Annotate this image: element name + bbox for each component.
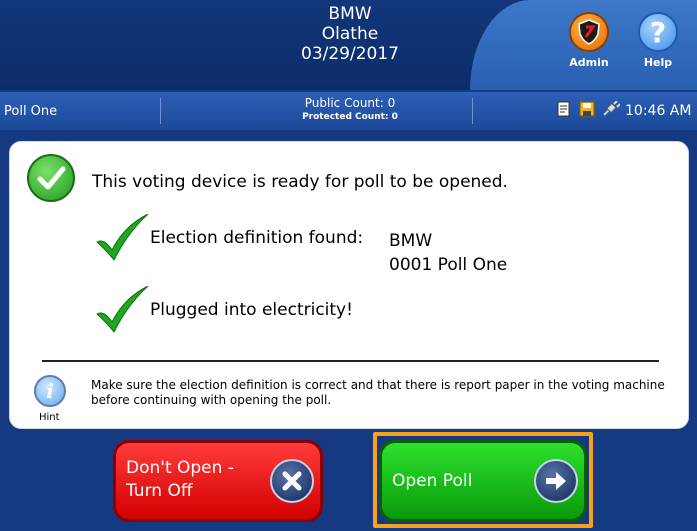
dont-open-label: Don't Open - Turn Off (126, 457, 234, 503)
election-info: BMW Olathe 03/29/2017 (200, 4, 500, 64)
public-count: Public Count: 0 (304, 96, 396, 110)
location-name: Olathe (321, 24, 379, 44)
report-paper-icon (556, 101, 572, 121)
admin-label: Admin (569, 56, 609, 69)
dont-open-button[interactable]: Don't Open - Turn Off (113, 440, 323, 522)
admin-button[interactable]: Admin (561, 12, 617, 82)
election-date: 03/29/2017 (301, 44, 399, 64)
close-x-icon (270, 459, 314, 503)
divider (42, 360, 659, 362)
ready-check-icon (27, 154, 75, 202)
hint-text: Make sure the election definition is cor… (91, 378, 665, 407)
power-plug-icon (602, 100, 621, 121)
vote-counts: Public Count: 0 Protected Count: 0 (200, 96, 500, 124)
header-bar: BMW Olathe 03/29/2017 Admin ? Help (0, 0, 697, 90)
election-check-icon (94, 213, 150, 262)
status-divider (472, 98, 473, 124)
open-poll-label: Open Poll (392, 471, 473, 491)
arrow-right-icon (534, 459, 578, 503)
ready-message: This voting device is ready for poll to … (92, 172, 508, 192)
power-message: Plugged into electricity! (150, 300, 353, 320)
election-title: BMW (328, 4, 372, 24)
open-poll-button[interactable]: Open Poll (379, 440, 587, 522)
dont-open-label-line2: Turn Off (126, 481, 193, 501)
question-icon: ? (638, 12, 678, 52)
info-icon: i (34, 375, 66, 407)
election-definition-name: BMW (389, 231, 433, 251)
power-check-icon (94, 285, 150, 334)
protected-count: Protected Count: 0 (302, 112, 398, 122)
save-disk-icon (579, 101, 595, 121)
clock: 10:46 AM (625, 103, 692, 119)
hint-label: Hint (39, 412, 60, 423)
status-divider (160, 98, 161, 124)
status-bar: Poll One Public Count: 0 Protected Count… (0, 92, 697, 130)
status-icons (556, 100, 621, 121)
help-button[interactable]: ? Help (630, 12, 686, 82)
help-label: Help (643, 56, 673, 69)
shield-icon (569, 12, 609, 52)
dont-open-label-line1: Don't Open - (126, 458, 234, 478)
status-panel: This voting device is ready for poll to … (9, 141, 689, 429)
election-definition-poll: 0001 Poll One (389, 255, 508, 275)
election-definition-label: Election definition found: (150, 228, 364, 248)
poll-name: Poll One (4, 104, 58, 119)
